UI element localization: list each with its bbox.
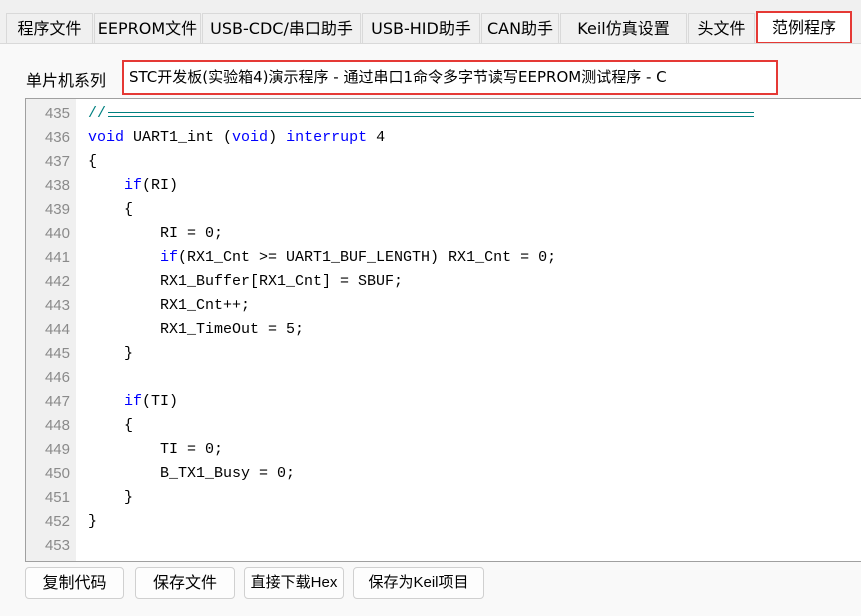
code-token: // bbox=[88, 105, 107, 122]
tab-8[interactable]: 范例程序 bbox=[756, 11, 852, 44]
code-token: if bbox=[160, 249, 179, 266]
code-text: B_TX1_Busy = 0; bbox=[160, 462, 295, 486]
line-number: 447 bbox=[44, 393, 70, 410]
code-token: { bbox=[124, 417, 134, 434]
code-text: RI = 0; bbox=[160, 222, 223, 246]
save-keil-project-button[interactable]: 保存为Keil项目 bbox=[353, 567, 484, 599]
code-text: RX1_TimeOut = 5; bbox=[160, 318, 304, 342]
code-text: TI = 0; bbox=[160, 438, 223, 462]
code-text: } bbox=[124, 342, 133, 366]
code-token: UART1_int ( bbox=[124, 129, 233, 146]
program-select-value: STC开发板(实验箱4)演示程序 - 通过串口1命令多字节读写EEPROM测试程… bbox=[129, 68, 667, 86]
code-token: (RX1_Cnt >= UART1_BUF_LENGTH) RX1_Cnt = … bbox=[178, 249, 557, 266]
comment-separator-rule bbox=[108, 112, 754, 117]
code-token: RI = 0; bbox=[160, 225, 224, 242]
tab-6[interactable]: Keil仿真设置 bbox=[560, 13, 687, 43]
line-number: 445 bbox=[44, 345, 70, 362]
line-number: 453 bbox=[44, 537, 70, 554]
code-token: (TI) bbox=[142, 393, 179, 410]
code-token: 4 bbox=[367, 129, 386, 146]
tab-1[interactable]: 程序文件 bbox=[6, 13, 93, 43]
line-number: 437 bbox=[44, 153, 70, 170]
line-number: 442 bbox=[44, 273, 70, 290]
code-text: if(RX1_Cnt >= UART1_BUF_LENGTH) RX1_Cnt … bbox=[160, 246, 556, 270]
code-token: (RI) bbox=[142, 177, 179, 194]
code-token: if bbox=[124, 393, 143, 410]
line-number: 443 bbox=[44, 297, 70, 314]
code-text: RX1_Buffer[RX1_Cnt] = SBUF; bbox=[160, 270, 403, 294]
line-number: 435 bbox=[44, 105, 70, 122]
tab-3[interactable]: USB-CDC/串口助手 bbox=[202, 13, 361, 43]
code-text: RX1_Cnt++; bbox=[160, 294, 250, 318]
save-file-button[interactable]: 保存文件 bbox=[135, 567, 235, 599]
line-number: 441 bbox=[44, 249, 70, 266]
line-number: 449 bbox=[44, 441, 70, 458]
code-text: } bbox=[88, 510, 97, 534]
code-token: interrupt bbox=[286, 129, 368, 146]
tab-4[interactable]: USB-HID助手 bbox=[362, 13, 480, 43]
code-text: if(RI) bbox=[124, 174, 178, 198]
line-number: 448 bbox=[44, 417, 70, 434]
code-text: if(TI) bbox=[124, 390, 178, 414]
code-token: TI = 0; bbox=[160, 441, 224, 458]
code-token: RX1_TimeOut = 5; bbox=[160, 321, 305, 338]
mcu-series-label: 单片机系列 bbox=[26, 71, 107, 90]
line-number: 446 bbox=[44, 369, 70, 386]
line-number: 440 bbox=[44, 225, 70, 242]
code-editor[interactable]: 435 // 436 void UART1_int (void) interrupt … bbox=[25, 98, 861, 562]
copy-code-button[interactable]: 复制代码 bbox=[25, 567, 124, 599]
line-number: 452 bbox=[44, 513, 70, 530]
code-token: void bbox=[232, 129, 269, 146]
code-text: void UART1_int (void) interrupt 4 bbox=[88, 126, 385, 150]
line-number: 450 bbox=[44, 465, 70, 482]
code-token: } bbox=[124, 489, 134, 506]
code-token: RX1_Cnt++; bbox=[160, 297, 251, 314]
tab-7[interactable]: 头文件 bbox=[688, 13, 755, 43]
line-number: 444 bbox=[44, 321, 70, 338]
line-number: 438 bbox=[44, 177, 70, 194]
code-text: { bbox=[124, 414, 133, 438]
tab-5[interactable]: CAN助手 bbox=[481, 13, 559, 43]
code-line: 435 // bbox=[26, 102, 826, 126]
line-number: 451 bbox=[44, 489, 70, 506]
code-token: B_TX1_Busy = 0; bbox=[160, 465, 296, 482]
code-text: // bbox=[88, 102, 106, 126]
code-token: RX1_Buffer[RX1_Cnt] = SBUF; bbox=[160, 273, 404, 290]
code-text: { bbox=[88, 150, 97, 174]
code-token: ) bbox=[268, 129, 287, 146]
code-token: { bbox=[124, 201, 134, 218]
code-text: } bbox=[124, 486, 133, 510]
code-token: if bbox=[124, 177, 143, 194]
code-text: { bbox=[124, 198, 133, 222]
code-token: void bbox=[88, 129, 125, 146]
line-number: 436 bbox=[44, 129, 70, 146]
line-number: 439 bbox=[44, 201, 70, 218]
code-token: { bbox=[88, 153, 98, 170]
code-token: } bbox=[88, 513, 98, 530]
download-hex-button[interactable]: 直接下载Hex bbox=[244, 567, 344, 599]
tab-2[interactable]: EEPROM文件 bbox=[94, 13, 201, 43]
code-token: } bbox=[124, 345, 134, 362]
program-select[interactable]: STC开发板(实验箱4)演示程序 - 通过串口1命令多字节读写EEPROM测试程… bbox=[122, 60, 778, 95]
